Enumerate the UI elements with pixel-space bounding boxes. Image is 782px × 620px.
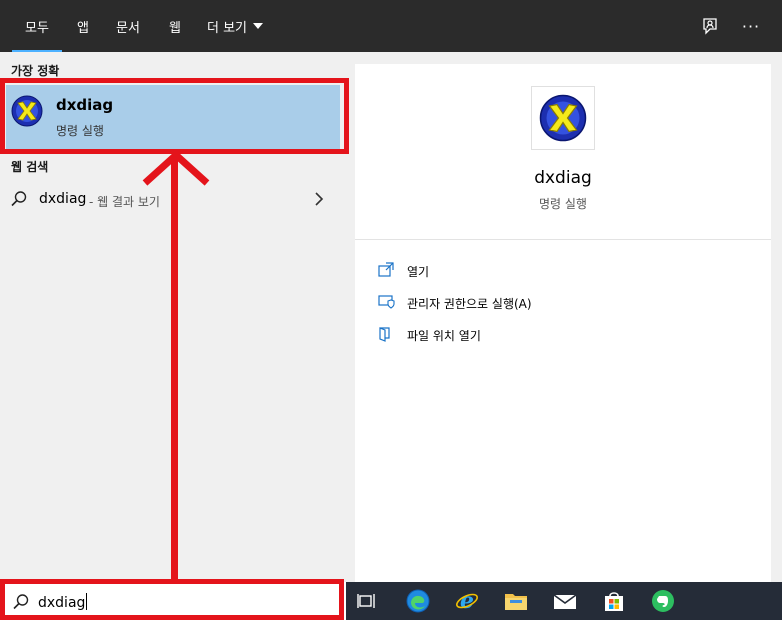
tab-web-label: 웹 bbox=[169, 20, 181, 36]
preview-divider bbox=[355, 239, 771, 240]
chevron-down-icon bbox=[253, 23, 263, 29]
tab-apps-label: 앱 bbox=[77, 20, 89, 36]
annotation-arrow-shaft bbox=[171, 158, 178, 582]
web-search-query: dxdiag bbox=[39, 191, 87, 207]
preview-title: dxdiag bbox=[534, 168, 592, 188]
evernote-icon[interactable] bbox=[649, 587, 677, 615]
tab-more[interactable]: 더 보기 bbox=[198, 0, 272, 52]
taskbar: e bbox=[346, 582, 782, 620]
directx-icon bbox=[539, 94, 587, 142]
annotation-arrowhead bbox=[142, 150, 210, 186]
search-tabs-bar: 모두 앱 문서 웹 더 보기 ··· bbox=[0, 0, 782, 52]
store-icon[interactable] bbox=[600, 587, 628, 615]
svg-text:e: e bbox=[460, 589, 474, 613]
tab-web[interactable]: 웹 bbox=[160, 0, 190, 52]
feedback-icon[interactable] bbox=[694, 10, 726, 42]
tab-documents[interactable]: 문서 bbox=[108, 0, 148, 52]
action-open-file-location-label: 파일 위치 열기 bbox=[407, 329, 481, 343]
annotation-highlight-result bbox=[0, 78, 349, 154]
annotation-highlight-searchbox bbox=[0, 579, 344, 620]
preview-app-icon bbox=[531, 86, 595, 150]
action-open-file-location[interactable]: 파일 위치 열기 bbox=[377, 323, 677, 347]
edge-icon[interactable] bbox=[404, 587, 432, 615]
file-explorer-icon[interactable] bbox=[502, 587, 530, 615]
open-icon bbox=[377, 261, 395, 283]
best-match-header: 가장 정확 bbox=[11, 64, 60, 78]
tab-more-label: 더 보기 bbox=[206, 20, 247, 36]
preview-pane: dxdiag 명령 실행 열기 관리자 권한으로 실행(A) 파일 위치 열기 bbox=[355, 64, 771, 582]
action-open-label: 열기 bbox=[407, 265, 430, 279]
more-options-icon[interactable]: ··· bbox=[735, 10, 767, 42]
tab-all-label: 모두 bbox=[25, 20, 49, 36]
action-run-as-admin-label: 관리자 권한으로 실행(A) bbox=[407, 297, 532, 311]
task-view-icon[interactable] bbox=[352, 587, 380, 615]
mail-icon[interactable] bbox=[551, 587, 579, 615]
run-as-admin-icon bbox=[377, 293, 395, 315]
action-open[interactable]: 열기 bbox=[377, 259, 677, 283]
action-run-as-admin[interactable]: 관리자 권한으로 실행(A) bbox=[377, 291, 677, 315]
start-search-window: { "tabs": [ {"label": "모두", "active": tr… bbox=[0, 0, 782, 620]
tab-documents-label: 문서 bbox=[116, 20, 140, 36]
tab-apps[interactable]: 앱 bbox=[68, 0, 98, 52]
internet-explorer-icon[interactable]: e bbox=[453, 587, 481, 615]
tab-all[interactable]: 모두 bbox=[12, 0, 62, 52]
preview-subtitle: 명령 실행 bbox=[539, 197, 587, 211]
chevron-right-icon[interactable] bbox=[314, 191, 324, 211]
search-icon bbox=[10, 190, 28, 212]
web-search-header: 웹 검색 bbox=[11, 160, 49, 174]
open-file-location-icon bbox=[377, 325, 395, 347]
web-search-suffix: - 웹 결과 보기 bbox=[89, 195, 160, 209]
